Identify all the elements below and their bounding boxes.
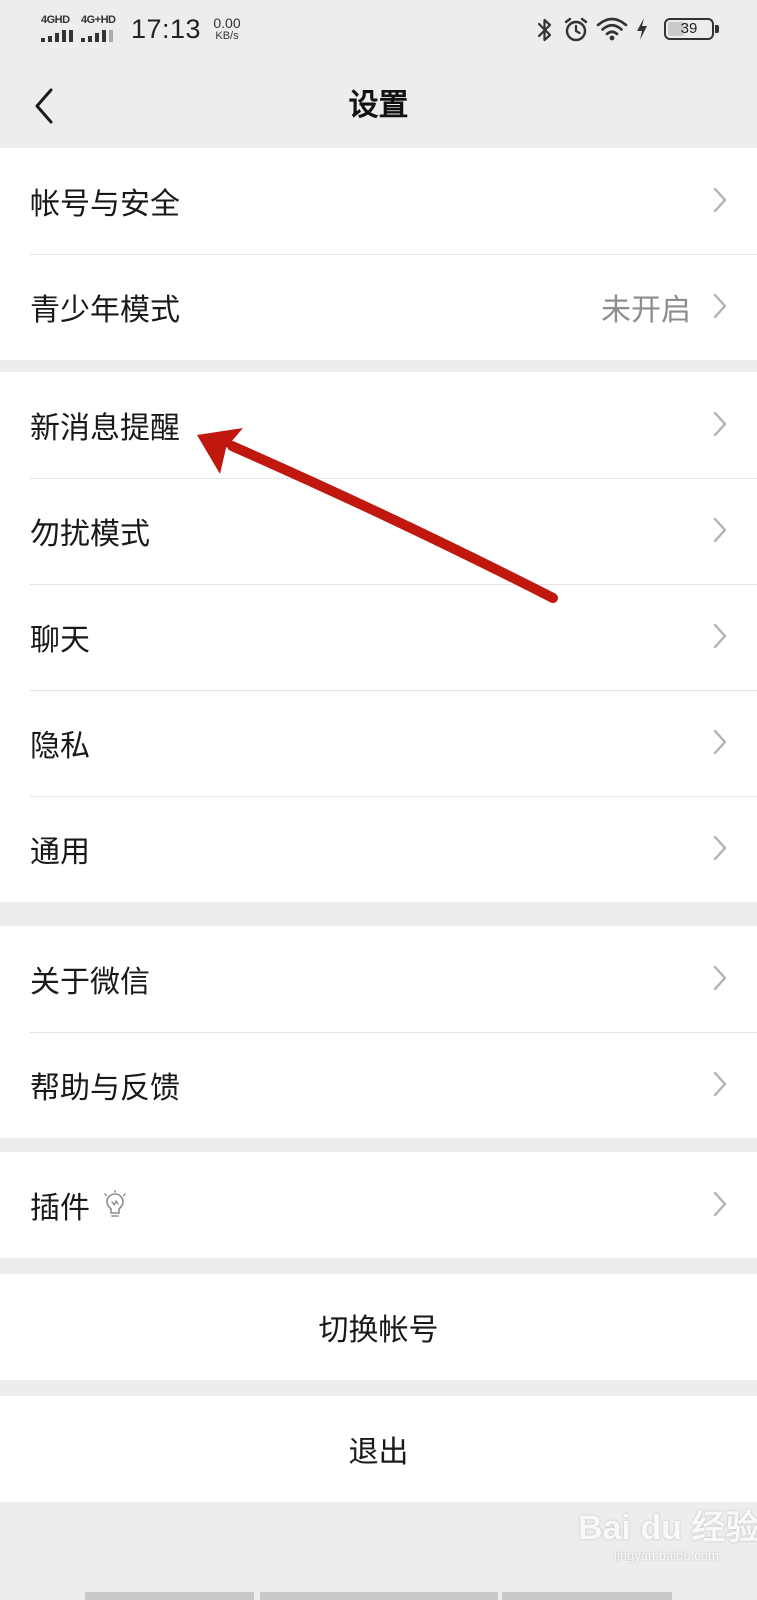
switch-account-button[interactable]: 切换帐号 [0, 1274, 757, 1380]
bottom-bar-segment [502, 1592, 672, 1600]
bottom-bar-segment [260, 1592, 498, 1600]
alarm-icon [564, 17, 588, 42]
settings-group-account: 帐号与安全 青少年模式 未开启 [0, 148, 757, 360]
settings-item-label: 新消息提醒 [30, 411, 180, 446]
settings-item-label: 帮助与反馈 [30, 1071, 180, 1106]
chevron-right-icon [713, 835, 727, 861]
settings-item-label: 勿扰模式 [30, 517, 150, 552]
signal-indicator-1: 4GHD [41, 14, 75, 42]
settings-group-about: 关于微信 帮助与反馈 [0, 926, 757, 1138]
network-speed-unit: KB/s [215, 30, 239, 42]
settings-item-do-not-disturb[interactable]: 勿扰模式 [0, 478, 757, 584]
chevron-right-icon [713, 1071, 727, 1097]
settings-item-about-wechat[interactable]: 关于微信 [0, 926, 757, 1032]
settings-item-label: 隐私 [30, 729, 90, 764]
switch-account-label: 切换帐号 [318, 1313, 439, 1348]
teen-mode-status: 未开启 [601, 293, 691, 328]
logout-label: 退出 [348, 1435, 409, 1470]
settings-item-chat[interactable]: 聊天 [0, 584, 757, 690]
network-type-2: 4G+HD [81, 14, 116, 26]
settings-item-new-message-notifications[interactable]: 新消息提醒 [0, 372, 757, 478]
chevron-right-icon [713, 965, 727, 991]
watermark-url: jingyan.baidu.com [614, 1548, 719, 1563]
nav-bar: 设置 [0, 60, 757, 152]
battery-tip [715, 25, 719, 33]
status-bar: 4GHD 4G+HD 17:13 0.00 KB/s 39 [0, 0, 757, 60]
settings-item-help-feedback[interactable]: 帮助与反馈 [0, 1032, 757, 1138]
chevron-right-icon [713, 411, 727, 437]
settings-item-account-security[interactable]: 帐号与安全 [0, 148, 757, 254]
settings-item-label: 关于微信 [30, 965, 150, 1000]
chevron-right-icon [713, 623, 727, 649]
settings-item-general[interactable]: 通用 [0, 796, 757, 902]
status-time: 17:13 [131, 14, 202, 44]
baidu-watermark: Bai du 经验 jingyan.baidu.com [578, 1500, 757, 1570]
watermark-logo: Bai du 经验 [578, 1509, 757, 1547]
bottom-bar-segment [85, 1592, 254, 1600]
charging-icon [637, 18, 647, 40]
network-speed: 0.00 KB/s [207, 16, 247, 42]
lightbulb-icon [104, 1190, 126, 1217]
chevron-right-icon [713, 517, 727, 543]
settings-group-plugins: 插件 [0, 1152, 757, 1258]
settings-item-label: 插件 [30, 1191, 90, 1226]
chevron-right-icon [713, 729, 727, 755]
wifi-icon [596, 17, 628, 41]
settings-item-teen-mode[interactable]: 青少年模式 未开启 [0, 254, 757, 360]
network-speed-value: 0.00 [213, 15, 241, 31]
signal-bars-icon [81, 30, 115, 42]
battery-icon: 39 [664, 18, 719, 40]
settings-item-privacy[interactable]: 隐私 [0, 690, 757, 796]
settings-item-label: 帐号与安全 [30, 187, 180, 222]
battery-percentage: 39 [680, 20, 698, 37]
settings-item-label: 青少年模式 [30, 293, 180, 328]
settings-group-general: 新消息提醒 勿扰模式 聊天 隐私 通用 [0, 372, 757, 902]
settings-item-label: 通用 [30, 835, 90, 870]
settings-item-label: 聊天 [30, 623, 90, 658]
signal-bars-icon [41, 30, 75, 42]
network-type-1: 4GHD [41, 14, 70, 26]
logout-button[interactable]: 退出 [0, 1396, 757, 1502]
chevron-right-icon [713, 293, 727, 319]
bluetooth-icon [537, 18, 552, 42]
chevron-right-icon [713, 1191, 727, 1217]
settings-item-plugins[interactable]: 插件 [0, 1152, 757, 1258]
signal-indicator-2: 4G+HD [81, 14, 116, 42]
chevron-right-icon [713, 187, 727, 213]
page-title: 设置 [348, 88, 409, 123]
